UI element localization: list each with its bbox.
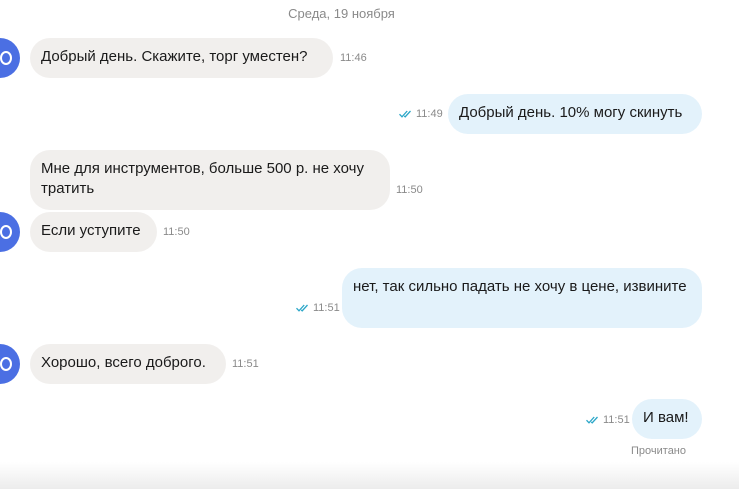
message-time: 11:51 [313,302,340,314]
outgoing-message: Добрый день. 10% могу скинуть [448,94,702,134]
double-check-icon [296,304,310,312]
message-time: 11:50 [396,184,423,196]
message-text: Хорошо, всего доброго. [41,354,206,371]
message-text: И вам! [643,409,689,426]
incoming-message: Мне для инструментов, больше 500 р. не х… [30,150,390,210]
message-time: 11:51 [603,414,630,426]
message-text: Мне для инструментов, больше 500 р. не х… [41,160,364,197]
message-time-with-status: 11:49 [399,108,443,120]
outgoing-message: нет, так сильно падать не хочу в цене, и… [342,268,702,328]
message-time-with-status: 11:51 [586,414,630,426]
read-status: Прочитано [631,445,686,457]
incoming-message: Добрый день. Скажите, торг уместен? [30,38,333,78]
sender-avatar[interactable] [0,344,20,384]
input-area-shadow [0,462,739,489]
message-time: 11:49 [416,108,443,120]
message-text: Добрый день. Скажите, торг уместен? [41,48,308,65]
date-divider: Среда, 19 ноября [288,6,395,21]
double-check-icon [399,110,413,118]
double-check-icon [586,416,600,424]
outgoing-message: И вам! [632,399,702,439]
message-time: 11:46 [340,52,367,64]
sender-avatar[interactable] [0,38,20,78]
message-text: нет, так сильно падать не хочу в цене, и… [353,278,687,295]
message-time-with-status: 11:51 [296,302,340,314]
chat-thread: Среда, 19 ноября Добрый день. Скажите, т… [0,0,739,489]
incoming-message: Хорошо, всего доброго. [30,344,226,384]
message-text: Если уступите [41,222,141,239]
message-text: Добрый день. 10% могу скинуть [459,104,683,121]
incoming-message: Если уступите [30,212,157,252]
message-time: 11:51 [232,358,259,370]
sender-avatar[interactable] [0,212,20,252]
message-time: 11:50 [163,226,190,238]
